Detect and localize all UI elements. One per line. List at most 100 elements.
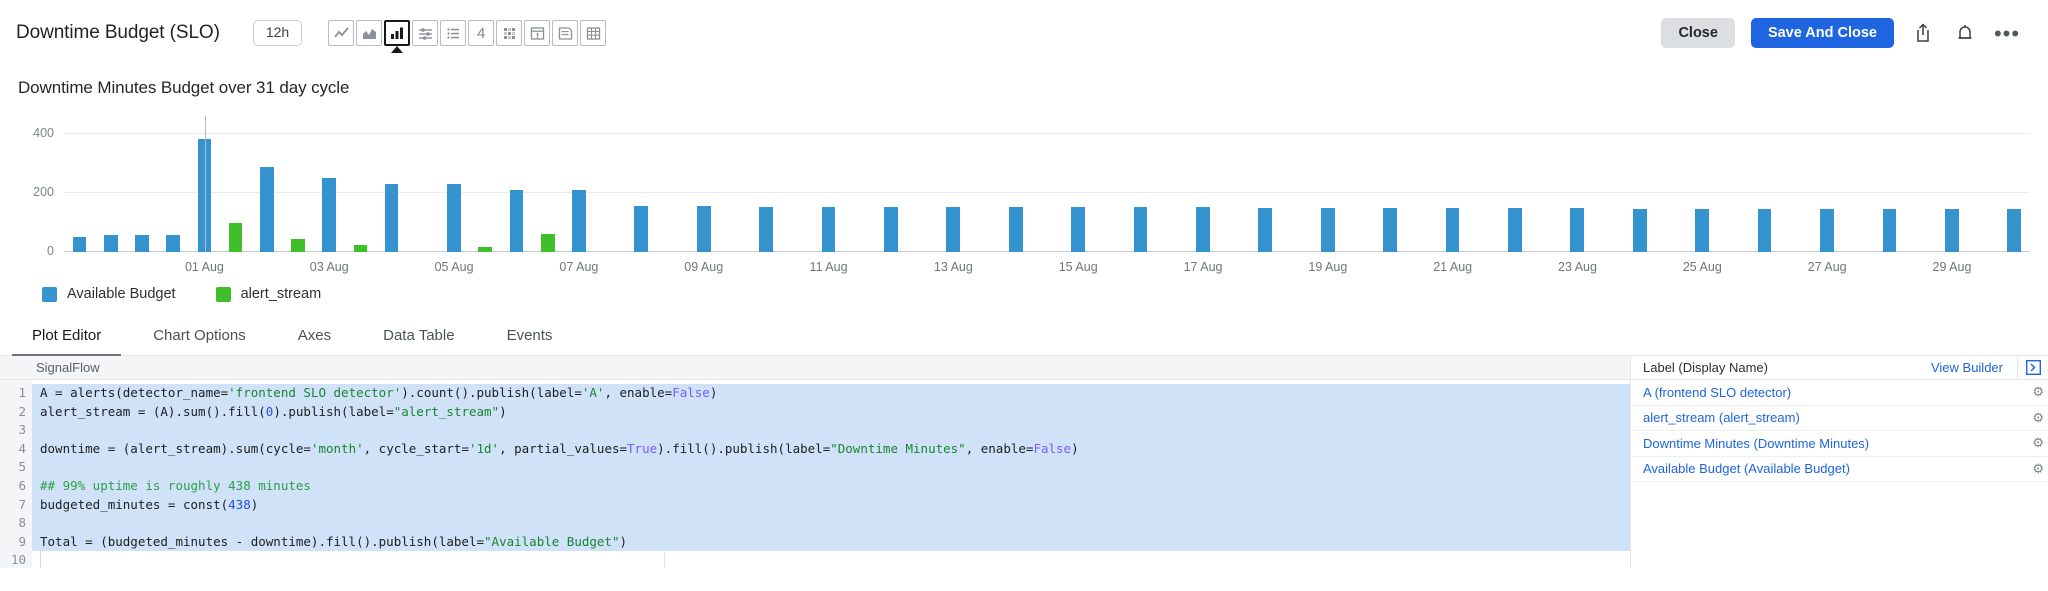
bar-group[interactable] <box>719 122 750 252</box>
bar-group[interactable] <box>626 122 657 252</box>
bar-group[interactable] <box>1843 122 1874 252</box>
bar-available-budget[interactable] <box>135 234 149 252</box>
bar-available-budget[interactable] <box>821 206 836 252</box>
code-line[interactable] <box>32 421 1630 440</box>
tab-chart-options[interactable]: Chart Options <box>127 327 272 355</box>
save-and-close-button[interactable]: Save And Close <box>1750 18 1894 48</box>
close-button[interactable]: Close <box>1661 18 1735 48</box>
bar-group[interactable] <box>563 122 594 252</box>
legend-item-available-budget[interactable]: Available Budget <box>42 286 176 302</box>
bar-group[interactable] <box>1593 122 1624 252</box>
bell-icon[interactable] <box>1952 19 1978 47</box>
bar-group[interactable] <box>1343 122 1374 252</box>
bar-available-budget[interactable] <box>1320 207 1335 252</box>
bar-group[interactable] <box>594 122 625 252</box>
code-line[interactable]: A = alerts(detector_name='frontend SLO d… <box>32 384 1630 403</box>
bar-alert-stream[interactable] <box>228 223 243 252</box>
list-icon[interactable] <box>440 20 467 46</box>
bar-available-budget[interactable] <box>1383 207 1397 252</box>
bar-available-budget[interactable] <box>884 206 898 252</box>
bar-group[interactable] <box>532 122 563 252</box>
share-icon[interactable] <box>1910 19 1936 47</box>
bar-available-budget[interactable] <box>696 205 711 252</box>
table-icon[interactable] <box>580 20 607 46</box>
label-row[interactable]: Downtime Minutes (Downtime Minutes) ⚙ <box>1631 431 2048 457</box>
legend-item-alert-stream[interactable]: alert_stream <box>215 286 321 302</box>
code-line[interactable]: downtime = (alert_stream).sum(cycle='mon… <box>32 439 1630 459</box>
bar-group[interactable] <box>1312 122 1343 252</box>
bar-group[interactable] <box>782 122 813 252</box>
bar-group[interactable] <box>1468 122 1499 252</box>
bar-group[interactable] <box>688 122 719 252</box>
bar-available-budget[interactable] <box>1196 206 1210 252</box>
bar-group[interactable] <box>470 122 501 252</box>
bar-alert-stream[interactable] <box>540 234 555 252</box>
code-line[interactable] <box>32 514 1630 533</box>
bar-group[interactable] <box>1811 122 1842 252</box>
bar-available-budget[interactable] <box>1882 209 1897 252</box>
view-builder-link[interactable]: View Builder <box>1931 356 2018 379</box>
bar-group[interactable] <box>969 122 1000 252</box>
bar-group[interactable] <box>1655 122 1686 252</box>
histogram-icon[interactable] <box>412 20 439 46</box>
bar-group[interactable] <box>64 122 95 252</box>
bar-group[interactable] <box>1999 122 2030 252</box>
bar-available-budget[interactable] <box>384 184 399 252</box>
bar-alert-stream[interactable] <box>291 239 305 252</box>
area-chart-icon[interactable] <box>356 20 383 46</box>
bar-group[interactable] <box>501 122 532 252</box>
label-row-text[interactable]: A (frontend SLO detector) <box>1643 385 2032 400</box>
bar-group[interactable] <box>126 122 157 252</box>
code-line[interactable] <box>32 458 1630 477</box>
bar-available-budget[interactable] <box>259 166 274 252</box>
bar-group[interactable] <box>1936 122 1967 252</box>
code-line[interactable]: ## 99% uptime is roughly 438 minutes <box>32 476 1630 496</box>
code-content[interactable]: A = alerts(detector_name='frontend SLO d… <box>32 380 1630 568</box>
bar-group[interactable] <box>1749 122 1780 252</box>
bar-group[interactable] <box>750 122 781 252</box>
bar-group[interactable] <box>1406 122 1437 252</box>
event-feed-icon[interactable] <box>524 20 551 46</box>
bar-group[interactable] <box>1531 122 1562 252</box>
bar-available-budget[interactable] <box>1695 208 1710 252</box>
bar-group[interactable] <box>220 122 251 252</box>
bar-available-budget[interactable] <box>1508 208 1522 252</box>
bar-group[interactable] <box>1187 122 1218 252</box>
gear-icon[interactable]: ⚙ <box>2032 435 2048 451</box>
label-row[interactable]: Available Budget (Available Budget) ⚙ <box>1631 457 2048 482</box>
text-note-icon[interactable] <box>552 20 579 46</box>
bar-group[interactable] <box>95 122 126 252</box>
label-row-text[interactable]: Downtime Minutes (Downtime Minutes) <box>1643 436 2032 451</box>
label-row[interactable]: A (frontend SLO detector) ⚙ <box>1631 380 2048 406</box>
bar-available-budget[interactable] <box>571 190 586 252</box>
bar-group[interactable] <box>1718 122 1749 252</box>
label-row-text[interactable]: Available Budget (Available Budget) <box>1643 461 2032 476</box>
tab-events[interactable]: Events <box>481 327 579 355</box>
bar-available-budget[interactable] <box>1008 206 1023 252</box>
bar-available-budget[interactable] <box>1820 209 1834 252</box>
tab-plot-editor[interactable]: Plot Editor <box>6 327 127 356</box>
bar-available-budget[interactable] <box>447 184 461 252</box>
bar-group[interactable] <box>158 122 189 252</box>
code-editor[interactable]: 1 2 3 4 5 6 7 8 9 10 A = alerts(detector_name='fr… <box>0 380 1630 568</box>
code-line[interactable] <box>32 551 1630 568</box>
bar-available-budget[interactable] <box>2007 209 2022 252</box>
time-range-selector[interactable]: 12h <box>252 20 303 46</box>
bar-group[interactable] <box>1281 122 1312 252</box>
bar-group[interactable] <box>251 122 282 252</box>
gear-icon[interactable]: ⚙ <box>2032 384 2048 400</box>
bar-available-budget[interactable] <box>72 237 87 252</box>
code-line[interactable]: Total = (budgeted_minutes - downtime).fi… <box>32 532 1630 552</box>
gear-icon[interactable]: ⚙ <box>2032 410 2048 426</box>
code-line[interactable]: budgeted_minutes = const(438) <box>32 495 1630 515</box>
bar-group[interactable] <box>1375 122 1406 252</box>
bar-group[interactable] <box>438 122 469 252</box>
bar-available-budget[interactable] <box>634 205 649 252</box>
line-chart-icon[interactable] <box>328 20 355 46</box>
bar-group[interactable] <box>813 122 844 252</box>
chart-plot-area[interactable]: 400 200 0 <box>18 116 2030 258</box>
bar-group[interactable] <box>1874 122 1905 252</box>
bar-group[interactable] <box>1437 122 1468 252</box>
bar-group[interactable] <box>1562 122 1593 252</box>
bar-group[interactable] <box>1156 122 1187 252</box>
